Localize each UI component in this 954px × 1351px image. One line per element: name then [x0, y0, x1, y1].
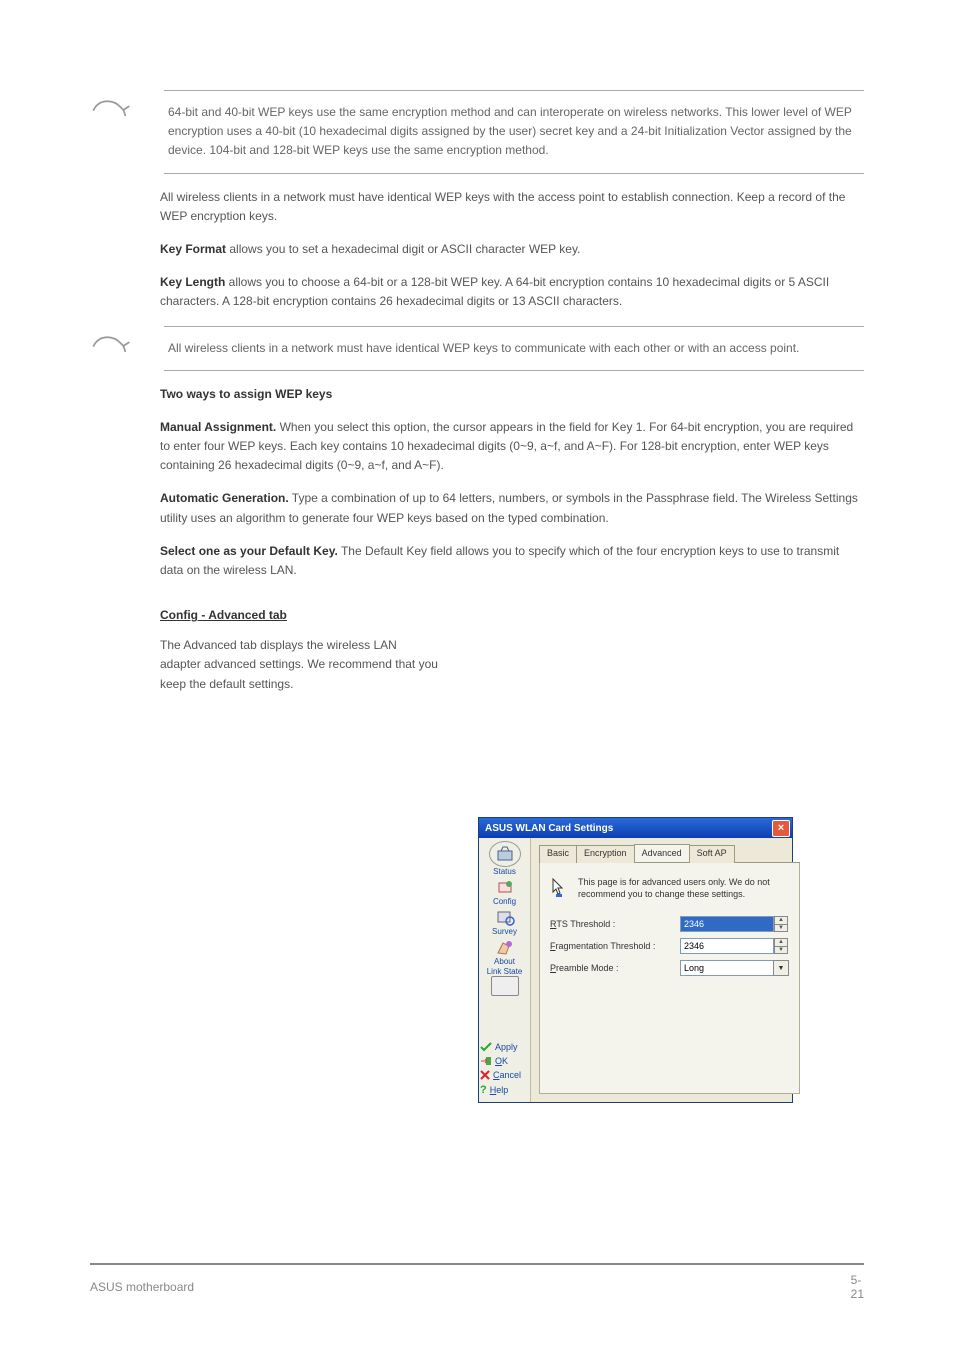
- sidebar-item-about[interactable]: About: [492, 937, 518, 966]
- survey-icon: [492, 907, 518, 927]
- page-footer: ASUS motherboard 5-21: [90, 1263, 864, 1301]
- sidebar-survey-label: Survey: [492, 927, 517, 936]
- footer-left: ASUS motherboard: [90, 1280, 851, 1294]
- sidebar-config-label: Config: [493, 897, 516, 906]
- dialog-title: ASUS WLAN Card Settings: [485, 823, 772, 834]
- about-icon: [492, 937, 518, 957]
- preamble-input[interactable]: [680, 960, 773, 976]
- tab-softap[interactable]: Soft AP: [689, 845, 735, 863]
- section-title: Config - Advanced tab: [160, 608, 864, 622]
- cancel-label: ancel: [500, 1070, 522, 1080]
- sidebar-item-status[interactable]: Status: [489, 841, 521, 876]
- dialog-titlebar: ASUS WLAN Card Settings ×: [479, 818, 792, 838]
- sidebar-status-label: Status: [493, 867, 516, 876]
- exit-icon: [480, 1056, 492, 1066]
- tab-encryption[interactable]: Encryption: [576, 845, 635, 863]
- status-icon: [492, 844, 518, 864]
- note-hand-icon: [90, 90, 134, 128]
- sidebar-item-survey[interactable]: Survey: [492, 907, 518, 936]
- sidebar-item-config[interactable]: Config: [492, 877, 518, 906]
- close-button[interactable]: ×: [772, 820, 790, 837]
- para-key-length: Key Length allows you to choose a 64-bit…: [160, 273, 864, 311]
- rts-up[interactable]: ▲: [774, 916, 788, 924]
- help-label: elp: [496, 1085, 508, 1095]
- x-icon: [480, 1070, 490, 1080]
- ok-button[interactable]: OK: [479, 1055, 530, 1067]
- section-intro: The Advanced tab displays the wireless L…: [160, 636, 440, 694]
- para-identical-keys: All wireless clients in a network must h…: [160, 188, 864, 226]
- rts-input[interactable]: [680, 916, 774, 932]
- rts-label: RTS Threshold :: [550, 919, 670, 929]
- sidebar-linkstate-label: Link State: [487, 967, 523, 976]
- frag-down[interactable]: ▼: [774, 946, 788, 955]
- apply-label: Apply: [495, 1042, 518, 1052]
- para-key-format: Key Format allows you to set a hexadecim…: [160, 240, 864, 259]
- note-2-text: All wireless clients in a network must h…: [164, 326, 864, 371]
- cursor-icon: [550, 877, 568, 899]
- config-tabs: Basic Encryption Advanced Soft AP: [539, 844, 800, 863]
- question-icon: ?: [480, 1084, 487, 1096]
- sidebar-about-label: About: [494, 957, 515, 966]
- frag-up[interactable]: ▲: [774, 938, 788, 946]
- frag-label: Fragmentation Threshold :: [550, 941, 670, 951]
- preamble-dropdown-button[interactable]: ▼: [773, 960, 789, 976]
- footer-page-number: 5-21: [851, 1273, 864, 1301]
- apply-button[interactable]: Apply: [479, 1041, 530, 1053]
- help-button[interactable]: ? Help: [479, 1083, 530, 1097]
- preamble-label: Preamble Mode :: [550, 963, 670, 973]
- para-auto: Automatic Generation. Type a combination…: [160, 489, 864, 527]
- frag-input[interactable]: [680, 938, 774, 954]
- para-manual: Manual Assignment. When you select this …: [160, 418, 864, 476]
- rts-down[interactable]: ▼: [774, 924, 788, 933]
- check-icon: [480, 1042, 492, 1052]
- note-1-text: 64-bit and 40-bit WEP keys use the same …: [164, 90, 864, 174]
- sidebar-item-linkstate[interactable]: Link State: [487, 967, 523, 996]
- frag-spinner[interactable]: ▲▼: [680, 938, 788, 954]
- dialog-sidebar: Status Config Survey About: [479, 838, 531, 1102]
- preamble-dropdown[interactable]: ▼: [680, 960, 789, 976]
- para-two-ways: Two ways to assign WEP keys: [160, 385, 864, 404]
- ok-label: K: [502, 1056, 508, 1066]
- note-hand-icon-2: [90, 326, 134, 364]
- config-icon: [492, 877, 518, 897]
- advanced-info-text: This page is for advanced users only. We…: [578, 877, 789, 900]
- tab-basic[interactable]: Basic: [539, 845, 577, 863]
- linkstate-icon: [491, 976, 519, 996]
- rts-spinner[interactable]: ▲▼: [680, 916, 788, 932]
- wlan-settings-dialog: ASUS WLAN Card Settings × Status Config: [478, 817, 793, 1103]
- cancel-button[interactable]: Cancel: [479, 1069, 530, 1081]
- para-default-key: Select one as your Default Key. The Defa…: [160, 542, 864, 580]
- advanced-panel: This page is for advanced users only. We…: [539, 863, 800, 1094]
- tab-advanced[interactable]: Advanced: [634, 844, 690, 862]
